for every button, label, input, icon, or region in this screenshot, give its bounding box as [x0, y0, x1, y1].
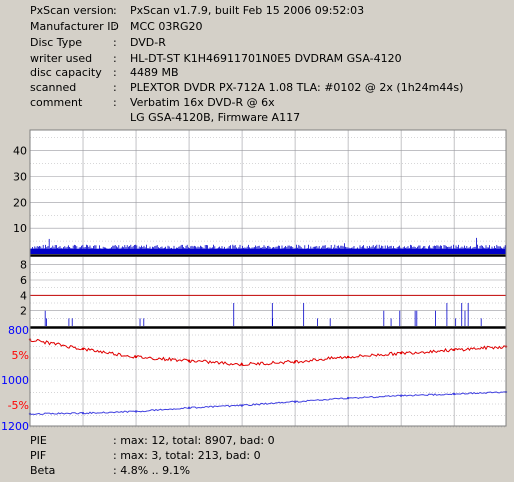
summary-value: : 4.8% .. 9.1% [113, 464, 191, 477]
beta-y-tick-label: 800 [8, 324, 29, 337]
beta-point [134, 355, 138, 359]
jitter-point [187, 406, 191, 410]
info-key: comment [30, 96, 83, 109]
beta-point [187, 359, 191, 362]
plot-background [30, 130, 506, 426]
pif-y-tick-label: 2 [20, 305, 27, 318]
pie-y-tick-label: 30 [13, 171, 27, 184]
beta-point [293, 360, 297, 363]
info-key: disc capacity [30, 66, 102, 79]
summary-panel: PIE : max: 12, total: 8907, bad: 0 PIF :… [0, 430, 514, 482]
pif-y-tick-label: 6 [20, 274, 27, 287]
info-colon: : [113, 81, 117, 94]
jitter-point [81, 411, 85, 415]
summary-key: Beta [30, 464, 56, 477]
jitter-point [399, 394, 403, 397]
pie-y-tick-label: 20 [13, 196, 27, 209]
info-key: scanned [30, 81, 77, 94]
info-key: Manufacturer ID [30, 20, 119, 33]
summary-value: : max: 12, total: 8907, bad: 0 [113, 434, 275, 447]
pie-y-tick-label: 10 [13, 222, 27, 235]
info-value: MCC 03RG20 [130, 20, 203, 33]
info-value: HL-DT-ST K1H46911701N0E5 DVDRAM GSA-4120 [130, 52, 402, 65]
info-colon: : [113, 66, 117, 79]
info-key: PxScan version [30, 4, 114, 17]
pxscan-report: PxScan version : PxScan v1.7.9, built Fe… [0, 0, 514, 482]
jitter-point [134, 410, 138, 413]
info-colon: : [113, 96, 117, 109]
info-colon: : [113, 36, 117, 49]
info-value: 4489 MB [130, 66, 179, 79]
info-key: Disc Type [30, 36, 83, 49]
summary-key: PIF [30, 449, 47, 462]
info-value: PxScan v1.7.9, built Feb 15 2006 09:52:0… [130, 4, 365, 17]
jitter-point [240, 404, 244, 407]
beta-y-tick-label: 5% [12, 349, 29, 362]
info-key: writer used [30, 52, 93, 65]
summary-key: PIE [30, 434, 47, 447]
info-colon: : [113, 4, 117, 17]
jitter-point [346, 396, 350, 400]
beta-point [81, 347, 85, 351]
scan-chart: 40 30 20 10 8 6 4 2 800 5% 1000 -5% 1200 [0, 128, 514, 430]
beta-y-tick-label: 1200 [1, 420, 29, 430]
beta-point [452, 348, 456, 352]
info-value: Verbatim 16x DVD-R @ 6x [130, 96, 275, 109]
info-value: DVD-R [130, 36, 166, 49]
info-value: LG GSA-4120B, Firmware A117 [130, 111, 301, 124]
beta-y-tick-label: -5% [8, 399, 29, 412]
summary-value: : max: 3, total: 213, bad: 0 [113, 449, 261, 462]
info-colon: : [113, 20, 117, 33]
info-colon: : [113, 52, 117, 65]
info-value: PLEXTOR DVDR PX-712A 1.08 TLA: #0102 @ 2… [130, 81, 464, 94]
disc-info-panel: PxScan version : PxScan v1.7.9, built Fe… [0, 0, 514, 128]
beta-y-tick-label: 1000 [1, 374, 29, 387]
beta-point [240, 363, 244, 366]
jitter-point [452, 392, 456, 396]
pie-y-tick-label: 40 [13, 145, 27, 158]
jitter-point [293, 400, 297, 403]
beta-point [399, 351, 403, 355]
pif-y-tick-label: 4 [20, 289, 27, 302]
beta-point [346, 355, 350, 359]
pif-y-tick-label: 8 [20, 259, 27, 272]
